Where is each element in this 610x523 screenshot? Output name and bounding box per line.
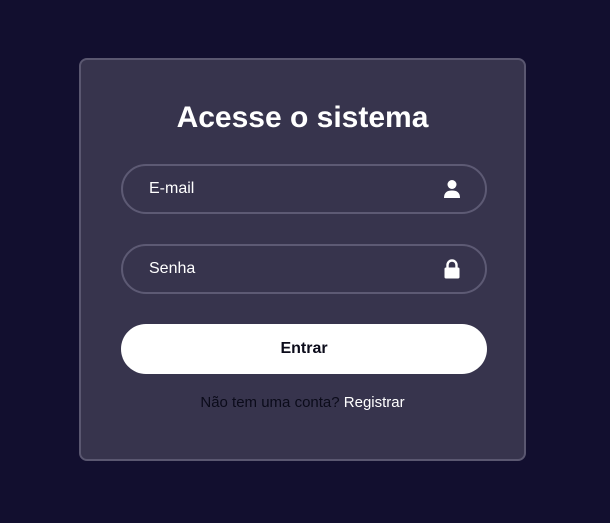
email-field-wrapper — [121, 164, 487, 214]
password-field-wrapper — [121, 244, 487, 294]
login-card: Acesse o sistema Entrar Não tem uma cont… — [79, 58, 526, 461]
submit-button[interactable]: Entrar — [121, 324, 487, 374]
user-icon — [444, 180, 460, 198]
register-prompt: Não tem uma conta? — [200, 394, 340, 411]
email-input[interactable] — [149, 166, 429, 212]
lock-icon — [444, 259, 460, 279]
login-title: Acesse o sistema — [176, 101, 429, 134]
password-input[interactable] — [149, 246, 429, 292]
register-link[interactable]: Registrar — [344, 394, 405, 411]
register-line: Não tem uma conta? Registrar — [81, 394, 524, 412]
